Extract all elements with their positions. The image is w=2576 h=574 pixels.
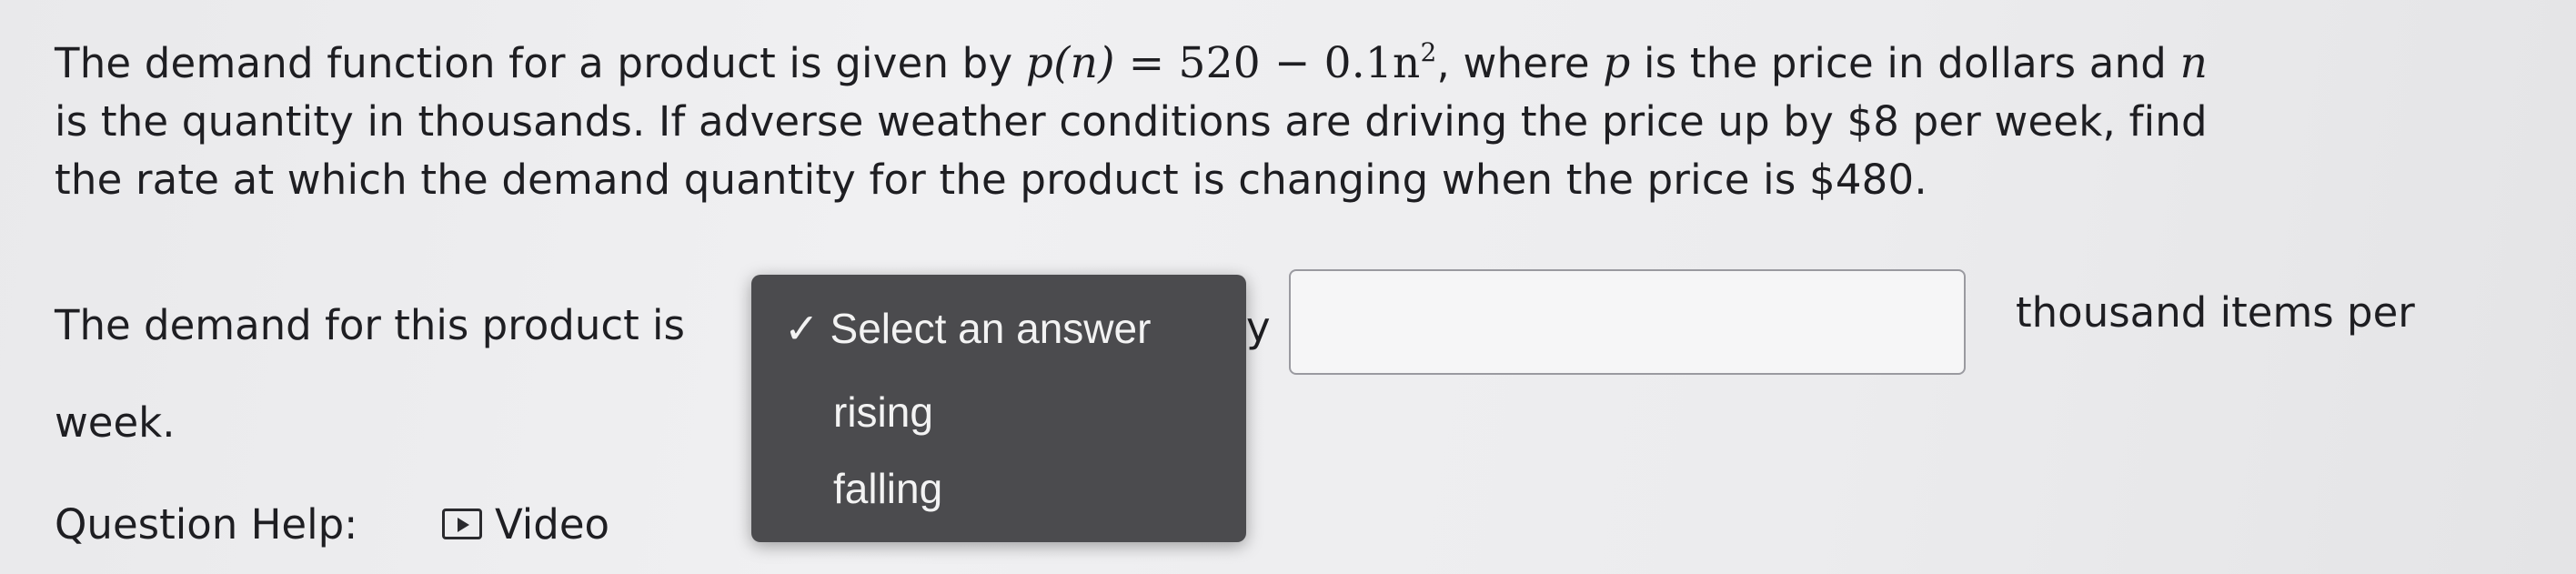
answer-prefix: The demand for this product is (55, 301, 685, 349)
problem-line-1: The demand function for a product is giv… (55, 35, 2511, 93)
question-help-label: Question Help: (55, 500, 358, 549)
answer-suffix: thousand items per (2016, 288, 2415, 337)
answer-dropdown-menu[interactable]: ✓ Select an answer rising falling (751, 275, 1246, 542)
video-play-icon (442, 509, 482, 539)
equation-rhs: 520 − 0.1n (1178, 38, 1421, 88)
dropdown-option-rising[interactable]: rising (833, 388, 933, 437)
dropdown-option-falling[interactable]: falling (833, 464, 942, 513)
option-label: Select an answer (830, 305, 1152, 352)
problem-text: , where (1436, 39, 1604, 87)
checkmark-icon: ✓ (784, 305, 820, 352)
problem-line-3: the rate at which the demand quantity fo… (55, 156, 1927, 204)
answer-input[interactable] (1289, 269, 1966, 375)
problem-text: is the price in dollars and (1630, 39, 2180, 87)
problem-statement: The demand function for a product is giv… (55, 35, 2511, 209)
demand-equation: p(n) = 520 − 0.1n2 (1026, 38, 1437, 88)
equation-exponent: 2 (1420, 37, 1437, 67)
variable-p: p (1603, 38, 1631, 88)
dropdown-option-placeholder[interactable]: ✓ Select an answer (784, 304, 1151, 353)
answer-suffix-continued: week. (55, 398, 176, 447)
video-link-label: Video (495, 500, 610, 549)
answer-connector: y (1246, 303, 1271, 351)
video-link[interactable]: Video (442, 500, 609, 549)
equation-lhs: p(n) (1025, 38, 1115, 88)
variable-n: n (2179, 38, 2209, 88)
equation-operator: = (1114, 38, 1179, 88)
problem-text: The demand function for a product is giv… (55, 39, 1026, 87)
problem-line-2: is the quantity in thousands. If adverse… (55, 97, 2208, 146)
